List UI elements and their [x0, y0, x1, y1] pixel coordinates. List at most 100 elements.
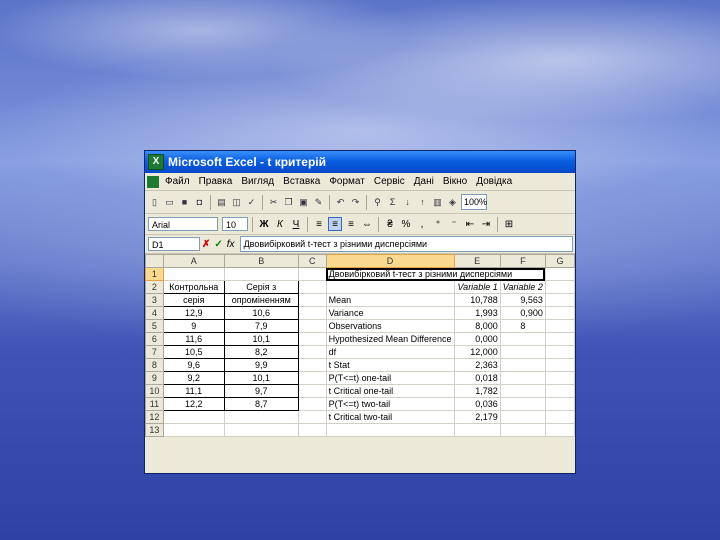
drawing-icon[interactable]: ◈ — [446, 196, 459, 209]
menu-edit[interactable]: Правка — [199, 176, 233, 187]
cell[interactable] — [223, 423, 299, 437]
cell-value[interactable]: 8 — [499, 319, 546, 333]
cell[interactable] — [297, 423, 327, 437]
cell[interactable] — [297, 397, 327, 411]
cell-value[interactable]: 12,9 — [162, 306, 225, 320]
cell-value[interactable]: 9,9 — [223, 358, 299, 372]
cell[interactable] — [499, 397, 546, 411]
cell[interactable] — [499, 384, 546, 398]
row-header[interactable]: 11 — [145, 397, 164, 411]
workbook-icon[interactable] — [147, 175, 159, 188]
excel-app-icon[interactable]: X — [148, 154, 164, 170]
cell[interactable] — [499, 371, 546, 385]
decrease-indent-icon[interactable]: ⇤ — [463, 217, 477, 231]
redo-icon[interactable]: ↷ — [349, 196, 362, 209]
menu-tools[interactable]: Сервіс — [374, 176, 405, 187]
cell-label[interactable]: Observations — [325, 319, 455, 333]
hyperlink-icon[interactable]: ⚲ — [371, 196, 384, 209]
cell[interactable] — [499, 332, 546, 346]
cell[interactable] — [325, 280, 455, 294]
cell[interactable] — [544, 423, 575, 437]
cell-label[interactable]: Mean — [325, 293, 455, 307]
menu-window[interactable]: Вікно — [443, 176, 467, 187]
menu-view[interactable]: Вигляд — [241, 176, 274, 187]
cell-value[interactable]: 1,782 — [453, 384, 501, 398]
sort-ascending-icon[interactable]: ↓ — [401, 196, 414, 209]
cell-value[interactable]: 9,6 — [162, 358, 225, 372]
cell-label[interactable]: t Critical two-tail — [325, 410, 455, 424]
copy-icon[interactable]: ❐ — [282, 196, 295, 209]
cell-value[interactable]: 10,5 — [162, 345, 225, 359]
cell-e2[interactable]: Variable 1 — [453, 280, 501, 294]
row-header[interactable]: 12 — [145, 410, 164, 424]
cell[interactable] — [544, 358, 575, 372]
cell[interactable] — [297, 345, 327, 359]
cell[interactable] — [297, 319, 327, 333]
cell-value[interactable]: 9 — [162, 319, 225, 333]
column-header-f[interactable]: F — [499, 254, 546, 268]
cell-label[interactable]: Variance — [325, 306, 455, 320]
cell-label[interactable]: t Stat — [325, 358, 455, 372]
row-header[interactable]: 2 — [145, 280, 164, 294]
cell[interactable] — [544, 410, 575, 424]
underline-button[interactable]: Ч — [289, 217, 303, 231]
menu-file[interactable]: Файл — [165, 176, 190, 187]
cell[interactable] — [297, 371, 327, 385]
row-header[interactable]: 6 — [145, 332, 164, 346]
menu-data[interactable]: Дані — [414, 176, 434, 187]
cell[interactable] — [544, 371, 575, 385]
cell-a3[interactable]: серія — [162, 293, 225, 307]
cell[interactable] — [297, 267, 327, 281]
paste-icon[interactable]: ▣ — [297, 196, 310, 209]
cell[interactable] — [453, 423, 501, 437]
currency-icon[interactable]: ₴ — [383, 217, 397, 231]
align-right-icon[interactable]: ≡ — [344, 217, 358, 231]
cell[interactable] — [544, 306, 575, 320]
cell-value[interactable]: 12,000 — [453, 345, 501, 359]
cell-label[interactable]: t Critical one-tail — [325, 384, 455, 398]
format-painter-icon[interactable]: ✎ — [312, 196, 325, 209]
row-header[interactable]: 10 — [145, 384, 164, 398]
cell-label[interactable]: Hypothesized Mean Difference — [325, 332, 455, 346]
cell-value[interactable]: 9,2 — [162, 371, 225, 385]
row-header[interactable]: 4 — [145, 306, 164, 320]
menu-format[interactable]: Формат — [329, 176, 365, 187]
autosum-icon[interactable]: Σ — [386, 196, 399, 209]
thousands-icon[interactable]: , — [415, 217, 429, 231]
cell-b3[interactable]: опроміненням — [223, 293, 299, 307]
increase-decimal-icon[interactable]: ⁺ — [431, 217, 445, 231]
column-header-c[interactable]: C — [297, 254, 327, 268]
cell-value[interactable]: 0,036 — [453, 397, 501, 411]
borders-icon[interactable]: ⊞ — [502, 217, 516, 231]
cell-value[interactable]: 11,6 — [162, 332, 225, 346]
cell[interactable] — [162, 423, 225, 437]
cell-value[interactable]: 12,2 — [162, 397, 225, 411]
cell[interactable] — [544, 267, 575, 281]
cell-label[interactable]: P(T<=t) one-tail — [325, 371, 455, 385]
row-header[interactable]: 9 — [145, 371, 164, 385]
cell-value[interactable]: 0,900 — [499, 306, 546, 320]
cell[interactable] — [544, 332, 575, 346]
cell[interactable] — [297, 332, 327, 346]
cell[interactable] — [544, 345, 575, 359]
cut-icon[interactable]: ✂ — [267, 196, 280, 209]
cell-value[interactable]: 1,993 — [453, 306, 501, 320]
menu-insert[interactable]: Вставка — [283, 176, 320, 187]
increase-indent-icon[interactable]: ⇥ — [479, 217, 493, 231]
cell[interactable] — [162, 410, 225, 424]
cell-b2[interactable]: Серія з — [223, 280, 299, 294]
cell-value[interactable]: 9,563 — [499, 293, 546, 307]
cell[interactable] — [297, 410, 327, 424]
cell-value[interactable]: 2,179 — [453, 410, 501, 424]
menu-help[interactable]: Довідка — [476, 176, 512, 187]
select-all-corner[interactable] — [145, 254, 164, 268]
cell-a2[interactable]: Контрольна — [162, 280, 225, 294]
spelling-icon[interactable]: ✓ — [245, 196, 258, 209]
save-icon[interactable]: ■ — [178, 196, 191, 209]
row-header[interactable]: 1 — [145, 267, 164, 281]
permission-icon[interactable]: ◘ — [193, 196, 206, 209]
cell[interactable] — [544, 293, 575, 307]
decrease-decimal-icon[interactable]: ⁻ — [447, 217, 461, 231]
chart-wizard-icon[interactable]: ▥ — [431, 196, 444, 209]
sort-descending-icon[interactable]: ↑ — [416, 196, 429, 209]
